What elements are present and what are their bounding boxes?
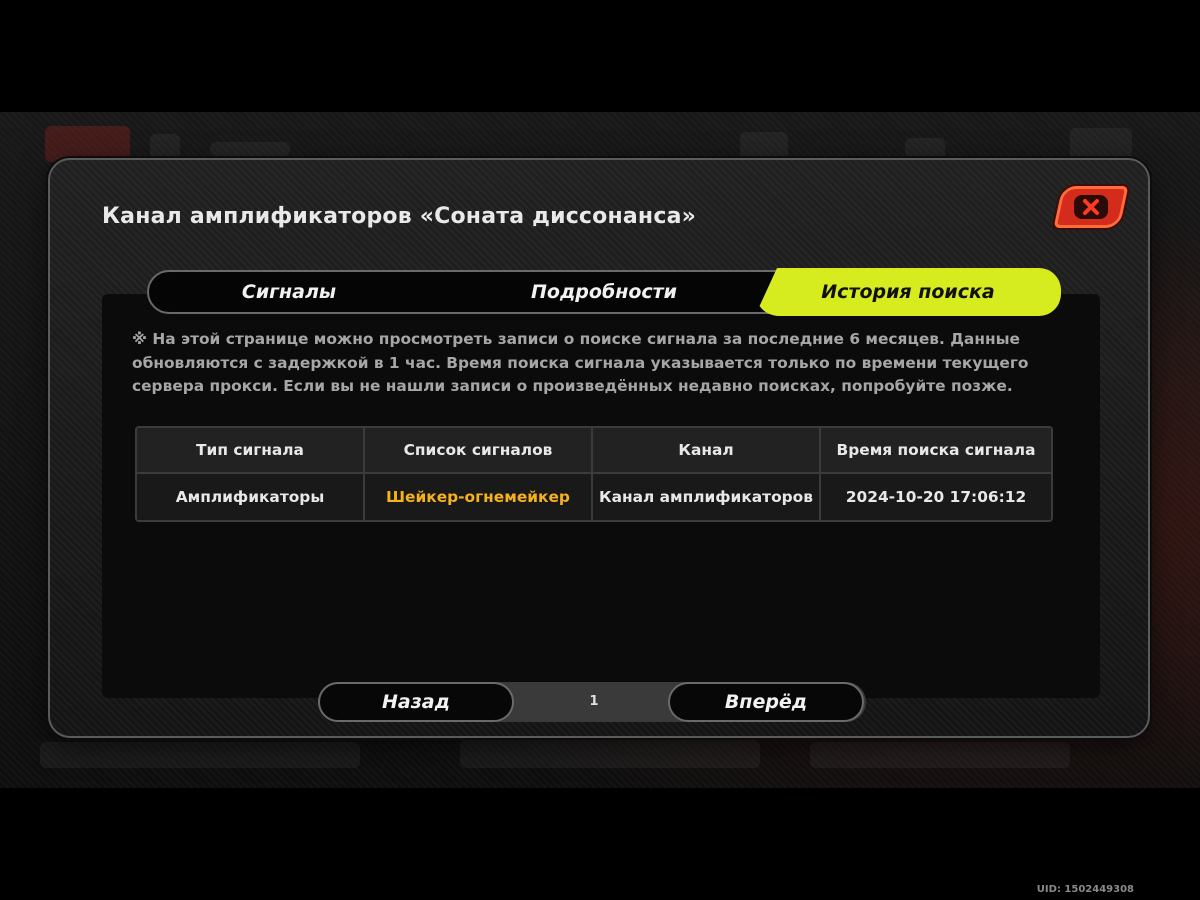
- table-cell-channel: Канал амплификаторов: [593, 474, 821, 520]
- dialog-window: Канал амплификаторов «Соната диссонанса»…: [48, 158, 1150, 738]
- background-element: [40, 742, 360, 768]
- table-cell-time: 2024-10-20 17:06:12: [845, 488, 1027, 506]
- background-element: [905, 138, 945, 160]
- tab-details[interactable]: Подробности: [479, 272, 729, 312]
- background-element: [210, 142, 290, 156]
- table-cell-type: Амплификаторы: [137, 474, 365, 520]
- tab-signals[interactable]: Сигналы: [179, 272, 399, 312]
- background-element: [740, 132, 788, 160]
- table-header-row: Тип сигнала Список сигналов Канал Время …: [137, 428, 1051, 474]
- close-button[interactable]: [1053, 186, 1129, 228]
- table-row: Амплификаторы Шейкер-огнемейкер Канал ам…: [137, 474, 1051, 520]
- tab-bar: Сигналы Подробности История поиска: [147, 268, 1061, 316]
- dialog-title: Канал амплификаторов «Соната диссонанса»: [102, 204, 697, 229]
- prev-page-button[interactable]: Назад: [318, 682, 514, 722]
- tab-search-history[interactable]: История поиска: [755, 268, 1061, 316]
- notice-text: ※ На этой странице можно просмотреть зап…: [132, 330, 1029, 395]
- column-header: Тип сигнала: [137, 428, 365, 472]
- column-header: Время поиска сигнала: [836, 441, 1036, 459]
- table-cell-signal-list[interactable]: Шейкер-огнемейкер: [365, 474, 593, 520]
- background-element: [810, 742, 1070, 768]
- page-number: 1: [589, 694, 599, 709]
- next-page-button[interactable]: Вперёд: [668, 682, 864, 722]
- background-element: [150, 134, 180, 160]
- column-header: Список сигналов: [365, 428, 593, 472]
- background-element: [460, 740, 760, 768]
- history-table: Тип сигнала Список сигналов Канал Время …: [135, 426, 1053, 522]
- user-id-label: UID: 1502449308: [1036, 884, 1134, 895]
- column-header: Канал: [593, 428, 821, 472]
- background-element: [45, 126, 130, 162]
- close-icon: [1074, 195, 1108, 219]
